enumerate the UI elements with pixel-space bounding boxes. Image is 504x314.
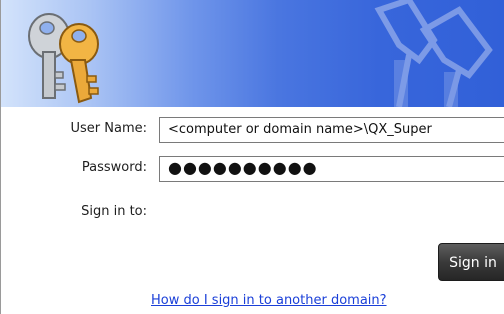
sign-in-button[interactable]: Sign in (438, 243, 504, 281)
username-field[interactable]: <computer or domain name>\QX_Super (159, 117, 504, 143)
keys-icon (28, 13, 99, 104)
username-label: User Name: (70, 121, 148, 136)
sign-in-to-label: Sign in to: (81, 204, 147, 219)
password-field[interactable]: ●●●●●●●●●● (159, 156, 504, 182)
keys-watermark-icon (374, 0, 493, 107)
header-banner (1, 0, 504, 107)
password-label: Password: (81, 160, 147, 175)
sign-in-dialog: User Name: <computer or domain name>\QX_… (0, 0, 504, 314)
another-domain-help-link[interactable]: How do I sign in to another domain? (151, 293, 387, 308)
